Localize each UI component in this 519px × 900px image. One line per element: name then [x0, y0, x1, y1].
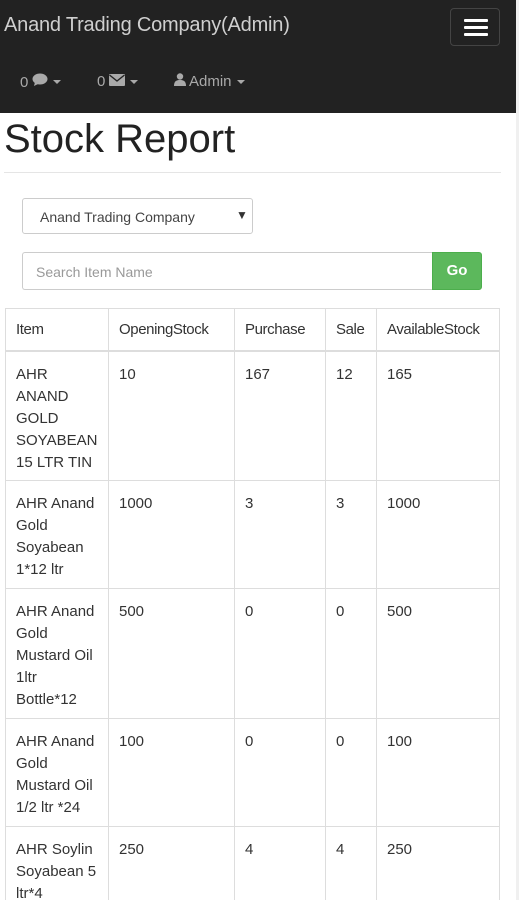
cell-opening-stock: 1000	[108, 480, 235, 589]
cell-available-stock: 250	[376, 826, 500, 900]
cell-opening-stock: 250	[108, 826, 235, 900]
cell-purchase: 3	[234, 480, 326, 589]
cell-item: AHR Anand Gold Soyabean 1*12 ltr	[5, 480, 109, 589]
search-input[interactable]: Search Item Name	[22, 252, 433, 290]
table-row: AHR ANAND GOLD SOYABEAN 15 LTR TIN 10 16…	[5, 350, 500, 481]
search-placeholder: Search Item Name	[36, 264, 153, 280]
brand-title[interactable]: Anand Trading Company(Admin)	[4, 14, 290, 37]
envelope-icon	[109, 73, 126, 90]
cell-available-stock: 165	[376, 350, 500, 481]
messages-count: 0	[97, 73, 106, 90]
cell-purchase: 0	[234, 718, 326, 827]
table-row: AHR Anand Gold Soyabean 1*12 ltr 1000 3 …	[5, 480, 500, 589]
company-select[interactable]: Anand Trading Company ▼	[22, 198, 253, 234]
cell-sale: 0	[325, 588, 377, 719]
table-row: AHR Soylin Soyabean 5 ltr*4 250 4 4 250	[5, 826, 500, 900]
page-title: Stock Report	[4, 117, 236, 161]
header-sale: Sale	[325, 308, 377, 352]
user-label: Admin	[189, 73, 232, 90]
cell-purchase: 0	[234, 588, 326, 719]
stock-table: Item OpeningStock Purchase Sale Availabl…	[5, 308, 500, 900]
menu-toggle-button[interactable]	[450, 8, 500, 46]
cell-purchase: 4	[234, 826, 326, 900]
cell-available-stock: 500	[376, 588, 500, 719]
chevron-down-icon	[236, 79, 245, 84]
cell-available-stock: 1000	[376, 480, 500, 589]
cell-opening-stock: 10	[108, 350, 235, 481]
user-dropdown[interactable]: Admin	[174, 73, 245, 90]
messages-dropdown[interactable]: 0	[97, 73, 139, 90]
table-row: AHR Anand Gold Mustard Oil 1ltr Bottle*1…	[5, 588, 500, 719]
cell-item: AHR Anand Gold Mustard Oil 1ltr Bottle*1…	[5, 588, 109, 719]
cell-available-stock: 100	[376, 718, 500, 827]
cell-opening-stock: 500	[108, 588, 235, 719]
header-item: Item	[5, 308, 109, 352]
header-opening-stock: OpeningStock	[108, 308, 235, 352]
cell-sale: 4	[325, 826, 377, 900]
chevron-down-icon	[53, 80, 62, 84]
cell-item: AHR Anand Gold Mustard Oil 1/2 ltr *24	[5, 718, 109, 827]
comment-icon	[32, 73, 48, 91]
cell-opening-stock: 100	[108, 718, 235, 827]
table-row: AHR Anand Gold Mustard Oil 1/2 ltr *24 1…	[5, 718, 500, 827]
cell-purchase: 167	[234, 350, 326, 481]
hamburger-icon	[464, 19, 488, 22]
user-icon	[174, 73, 186, 90]
chevron-down-icon	[130, 79, 139, 84]
top-navbar: Anand Trading Company(Admin) 0 0 Admin	[0, 0, 516, 113]
cell-sale: 3	[325, 480, 377, 589]
go-button[interactable]: Go	[432, 252, 482, 290]
comments-count: 0	[20, 73, 29, 91]
table-header-row: Item OpeningStock Purchase Sale Availabl…	[5, 308, 500, 352]
cell-item: AHR ANAND GOLD SOYABEAN 15 LTR TIN	[5, 350, 109, 481]
cell-sale: 0	[325, 718, 377, 827]
company-select-value: Anand Trading Company	[40, 209, 195, 225]
dropdown-arrow-icon: ▼	[236, 208, 248, 222]
comments-dropdown[interactable]: 0	[20, 73, 62, 91]
header-purchase: Purchase	[234, 308, 326, 352]
cell-item: AHR Soylin Soyabean 5 ltr*4	[5, 826, 109, 900]
cell-sale: 12	[325, 350, 377, 481]
header-available-stock: AvailableStock	[376, 308, 500, 352]
title-divider	[4, 172, 501, 173]
